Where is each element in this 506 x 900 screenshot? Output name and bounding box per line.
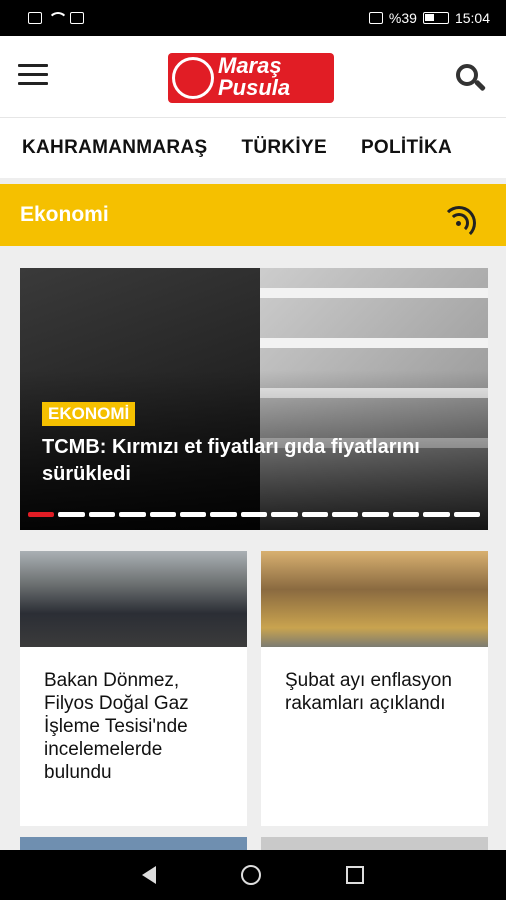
back-icon[interactable]	[142, 866, 157, 884]
slider-dot[interactable]	[88, 512, 116, 517]
logo-text: Maraş Pusula	[218, 55, 290, 99]
slider-dot[interactable]	[332, 512, 359, 517]
home-icon[interactable]	[240, 865, 261, 885]
logo-line2: Pusula	[218, 75, 291, 100]
news-card-title: Şubat ayı enflasyon rakamları açıklandı	[285, 670, 452, 714]
search-icon[interactable]	[454, 62, 488, 96]
status-bar: %39 15:04	[0, 0, 506, 36]
hero-slider[interactable]: EKONOMİ TCMB: Kırmızı et fiyatları gıda …	[20, 268, 488, 530]
slider-dot[interactable]	[301, 512, 329, 517]
logo-line1: Maraş	[218, 53, 282, 78]
slider-dot[interactable]	[423, 512, 450, 517]
slider-dot[interactable]	[240, 512, 268, 517]
news-card-image	[20, 551, 247, 647]
news-card-image	[261, 551, 488, 647]
slider-dot[interactable]	[453, 512, 481, 517]
tab-politika[interactable]: POLİTİKA	[344, 137, 469, 159]
slider-dot[interactable]	[28, 512, 55, 517]
slider-dot[interactable]	[119, 512, 146, 517]
section-title: Ekonomi	[20, 203, 109, 226]
recent-apps-icon[interactable]	[345, 866, 364, 884]
sim-icon	[28, 12, 42, 24]
site-logo[interactable]: Maraş Pusula	[168, 53, 334, 103]
news-card[interactable]: Şubat ayı enflasyon rakamları açıklandı	[261, 551, 488, 826]
slider-dot[interactable]	[58, 512, 85, 517]
wifi-icon	[48, 12, 68, 24]
status-left-icons	[28, 12, 84, 24]
battery-percent: %39	[388, 10, 417, 26]
app-header: Maraş Pusula	[0, 36, 506, 118]
slider-dot[interactable]	[392, 512, 420, 517]
news-card[interactable]: Bakan Dönmez, Filyos Doğal Gaz İşleme Te…	[20, 551, 247, 826]
system-nav-bar	[0, 850, 506, 900]
slider-dot[interactable]	[149, 512, 177, 517]
battery-icon	[422, 12, 449, 24]
menu-icon[interactable]	[18, 64, 50, 88]
category-tabs: KAHRAMANMARAŞ TÜRKİYE POLİTİKA	[0, 118, 506, 178]
slider-dot[interactable]	[210, 512, 237, 517]
news-card-partial[interactable]	[261, 837, 488, 850]
slider-dot[interactable]	[180, 512, 207, 517]
vibrate-icon	[368, 12, 383, 24]
hero-category-badge[interactable]: EKONOMİ	[42, 402, 136, 426]
compass-icon	[172, 57, 214, 99]
slider-dot[interactable]	[271, 512, 298, 517]
slider-dot[interactable]	[362, 512, 389, 517]
news-card-title: Bakan Dönmez, Filyos Doğal Gaz İşleme Te…	[44, 670, 189, 783]
tab-kahramanmaras[interactable]: KAHRAMANMARAŞ	[0, 137, 224, 159]
rss-icon[interactable]	[442, 204, 478, 240]
slider-indicator	[28, 512, 481, 517]
clock: 15:04	[454, 10, 490, 26]
tab-turkiye[interactable]: TÜRKİYE	[224, 137, 344, 159]
news-card-partial[interactable]	[20, 837, 247, 850]
section-header: Ekonomi	[0, 184, 506, 246]
hero-headline[interactable]: TCMB: Kırmızı et fiyatları gıda fiyatlar…	[42, 434, 442, 488]
status-right: %39 15:04	[368, 10, 490, 26]
nfc-icon	[70, 12, 84, 24]
